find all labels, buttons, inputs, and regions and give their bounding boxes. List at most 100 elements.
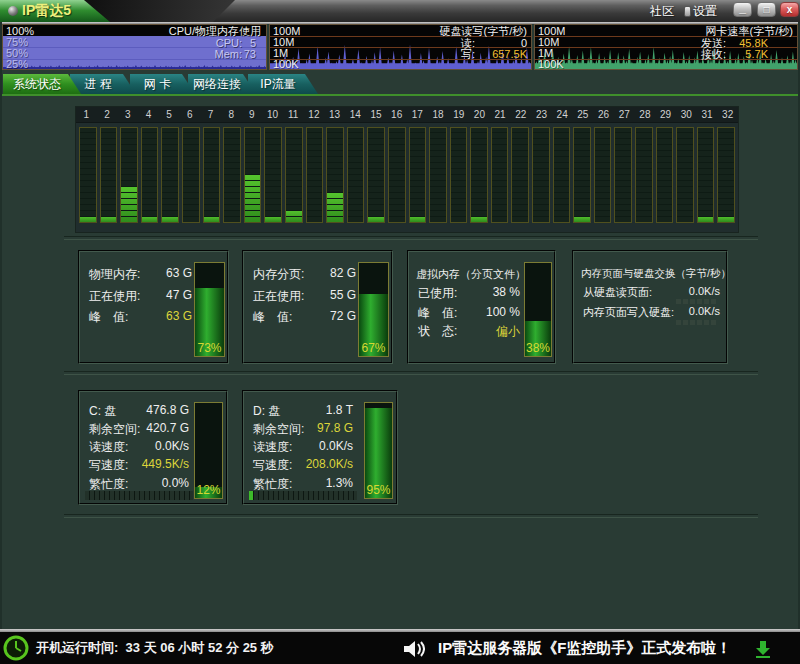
core-number: 15	[366, 107, 387, 122]
core-meter	[182, 127, 200, 223]
core-number: 19	[448, 107, 469, 122]
gauge-percent-label: 12%	[195, 483, 222, 497]
core-meter	[532, 127, 550, 223]
chart-title: 硬盘读写(字节/秒)	[440, 25, 527, 37]
core-number: 29	[655, 107, 676, 122]
core-meter	[244, 127, 262, 223]
core-meter	[326, 127, 344, 223]
usage-gauge: 67%	[358, 262, 389, 357]
core-number: 2	[97, 107, 118, 122]
core-number: 24	[552, 107, 573, 122]
core-load-fill	[574, 216, 590, 222]
core-number: 30	[676, 107, 697, 122]
disk-busy-lit	[249, 491, 254, 500]
chart-scale-label: 25%	[6, 59, 28, 70]
core-meter	[120, 127, 138, 223]
core-load-fill	[245, 174, 261, 222]
usage-gauge: 73%	[194, 262, 225, 357]
stat-row: 写速度:208.0K/s	[253, 457, 353, 474]
core-number: 32	[717, 107, 738, 122]
uptime-text: 开机运行时间: 33 天 06 小时 52 分 25 秒	[36, 632, 274, 664]
core-meter	[409, 127, 427, 223]
core-number: 26	[593, 107, 614, 122]
core-meter	[450, 127, 468, 223]
close-icon: x	[781, 3, 798, 16]
settings-icon	[684, 6, 691, 17]
cpu-core-numbers: 1234567891011121314151617181920212223242…	[76, 107, 738, 123]
swap-write-meter	[676, 320, 718, 325]
core-number: 20	[469, 107, 490, 122]
chart-title: CPU/物理内存使用	[169, 25, 261, 37]
titlebar[interactable]: IP雷达5 社区 设置 _ □ x	[0, 0, 800, 22]
stat-row: 峰 值:72 G	[253, 309, 356, 326]
core-meter	[697, 127, 715, 223]
network-chart-panel: 100M10M1M100K网卡速率(字节/秒)发送:45.8K接收:5.7K	[534, 24, 798, 70]
maximize-button[interactable]: □	[757, 2, 776, 17]
maximize-icon: □	[758, 3, 775, 16]
minimize-button[interactable]: _	[733, 2, 752, 17]
core-number: 25	[573, 107, 594, 122]
core-meter	[264, 127, 282, 223]
core-number: 31	[697, 107, 718, 122]
close-button[interactable]: x	[780, 2, 799, 17]
usage-gauge: 38%	[524, 262, 552, 357]
core-meter	[717, 127, 735, 223]
gauge-percent-label: 95%	[365, 483, 392, 497]
stat-row: 读速度:0.0K/s	[253, 439, 353, 456]
community-button[interactable]: 社区	[650, 0, 674, 22]
panel-title: 内存页面与硬盘交换（字节/秒）	[581, 267, 731, 281]
core-meter	[573, 127, 591, 223]
core-number: 10	[262, 107, 283, 122]
core-meter	[470, 127, 488, 223]
stat-row: 峰 值:63 G	[89, 309, 192, 326]
tab-3[interactable]: 网络连接	[188, 74, 256, 94]
tab-0[interactable]: 系统状态	[3, 74, 81, 94]
core-number: 18	[428, 107, 449, 122]
core-number: 1	[76, 107, 97, 122]
speaker-icon	[403, 640, 425, 658]
core-meter	[388, 127, 406, 223]
stat-row: 峰 值:100 %	[418, 305, 520, 322]
announcement-text[interactable]: IP雷达服务器版《F监控助手》正式发布啦！	[438, 632, 731, 664]
core-number: 17	[407, 107, 428, 122]
separator	[64, 514, 758, 518]
core-meter	[141, 127, 159, 223]
core-load-fill	[471, 216, 487, 222]
core-meter	[491, 127, 509, 223]
core-meter	[635, 127, 653, 223]
core-meter	[203, 127, 221, 223]
core-meter	[614, 127, 632, 223]
disk-busy-meter	[85, 491, 193, 500]
cpu-core-bars-panel: 1234567891011121314151617181920212223242…	[75, 106, 739, 233]
stat-row: 写速度:449.5K/s	[89, 457, 189, 474]
core-meter	[79, 127, 97, 223]
chart-stat: 接收:5.7K	[701, 49, 768, 60]
physical-memory-panel: 物理内存:63 G正在使用:47 G峰 值:63 G 73%	[78, 250, 229, 364]
core-number: 27	[614, 107, 635, 122]
stat-row: D: 盘1.8 T	[253, 403, 353, 420]
tab-1[interactable]: 进 程	[70, 74, 136, 94]
tab-4[interactable]: IP流量	[248, 74, 318, 94]
core-meter	[656, 127, 674, 223]
chart-stat: Mem:73	[215, 49, 257, 60]
core-meter	[367, 127, 385, 223]
tab-2[interactable]: 网 卡	[130, 74, 195, 94]
app-window: IP雷达5 社区 设置 _ □ x 100%75%50%25%CPU/物理内存使…	[0, 0, 800, 664]
core-number: 28	[635, 107, 656, 122]
gauge-percent-label: 67%	[359, 341, 388, 355]
core-load-fill	[101, 216, 117, 222]
chart-stat: 写:657.5K	[461, 49, 527, 60]
core-meter	[285, 127, 303, 223]
settings-button[interactable]: 设置	[693, 0, 717, 22]
disk-d-panel: D: 盘1.8 T剩余空间:97.8 G读速度:0.0K/s写速度:208.0K…	[242, 390, 398, 505]
core-load-fill	[162, 216, 178, 222]
core-number: 11	[283, 107, 304, 122]
stat-row: 状 态:偏小	[418, 323, 520, 340]
stat-row: 从硬盘读页面:0.0K/s	[583, 285, 720, 300]
statusbar: 开机运行时间: 33 天 06 小时 52 分 25 秒 IP雷达服务器版《F监…	[0, 632, 800, 664]
core-number: 8	[221, 107, 242, 122]
download-icon[interactable]	[753, 640, 773, 660]
core-load-fill	[121, 186, 137, 222]
uptime-clock-icon	[3, 635, 29, 661]
chart-title: 网卡速率(字节/秒)	[706, 25, 793, 37]
